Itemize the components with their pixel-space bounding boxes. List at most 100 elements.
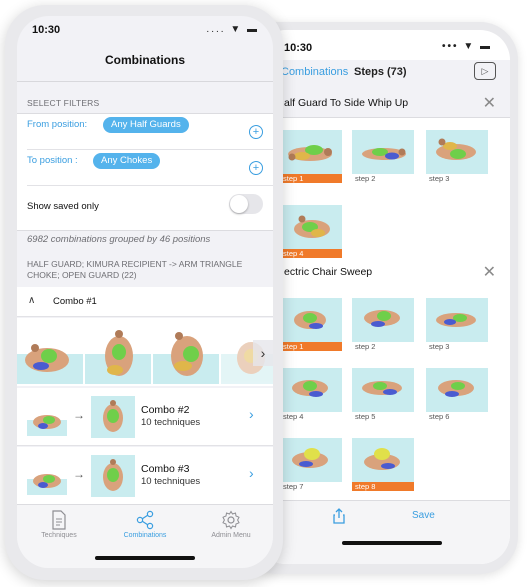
status-time: 10:30: [32, 24, 61, 36]
play-square-icon[interactable]: ▷: [474, 62, 496, 80]
chevron-right-icon[interactable]: ›: [249, 406, 254, 422]
tab-techniques[interactable]: Techniques: [17, 510, 101, 539]
save-button[interactable]: Save: [412, 510, 435, 521]
page-title: Combinations: [105, 53, 185, 67]
step-image: [352, 438, 414, 482]
app-showcase: 10:30 ••• ▼ ▬ Combinations Steps (73) ▷ …: [0, 0, 530, 587]
show-saved-toggle[interactable]: [229, 194, 263, 214]
close-icon[interactable]: ✕: [483, 93, 496, 113]
section-title: alf Guard To Side Whip Up: [284, 97, 409, 109]
step-image: [426, 368, 488, 412]
step-card[interactable]: step 7: [280, 438, 342, 491]
header-divider: [17, 81, 273, 82]
to-position-chip[interactable]: Any Chokes: [93, 153, 161, 169]
step-card[interactable]: step 6: [426, 368, 488, 421]
close-icon[interactable]: ✕: [483, 262, 496, 282]
step-label: step 4: [283, 412, 304, 421]
step-card[interactable]: step 4: [280, 205, 342, 258]
step-image: [280, 205, 342, 249]
show-saved-label: Show saved only: [27, 201, 99, 212]
document-icon: [52, 510, 66, 530]
step-label: step 3: [429, 342, 450, 351]
step-image: [280, 368, 342, 412]
step-label: step 2: [355, 342, 376, 351]
chevron-right-icon[interactable]: ›: [249, 465, 254, 481]
bottom-toolbar: [256, 500, 510, 564]
status-time: 10:30: [284, 42, 313, 54]
tab-admin-menu[interactable]: Admin Menu: [189, 510, 273, 539]
step-card[interactable]: step 1: [280, 130, 342, 183]
step-label: step 1: [280, 174, 342, 183]
combo-end-thumbnail: [91, 455, 135, 497]
step-label: step 4: [280, 249, 342, 258]
step-card[interactable]: step 5: [352, 368, 414, 421]
group-header: HALF GUARD; KIMURA RECIPIENT -> ARM TRIA…: [27, 259, 243, 280]
combo-subtitle: 10 techniques: [141, 417, 201, 428]
add-to-position-icon[interactable]: +: [249, 161, 263, 175]
tab-label: Combinations: [123, 532, 167, 539]
step-card[interactable]: step 2: [352, 298, 414, 351]
tab-label: Admin Menu: [211, 532, 251, 539]
status-bar: 10:30 .... ▼ ▬: [17, 16, 273, 46]
step-label: step 5: [355, 412, 376, 421]
divider: [27, 185, 273, 186]
step-image: [352, 130, 414, 174]
combo-title: Combo #3: [141, 463, 190, 475]
add-from-position-icon[interactable]: +: [249, 125, 263, 139]
step-label: step 2: [355, 174, 376, 183]
combo-subtitle: 10 techniques: [141, 476, 201, 487]
share-nodes-icon: [136, 510, 154, 530]
step-label: step 1: [280, 342, 342, 351]
technique-frame[interactable]: [85, 322, 151, 384]
combo-row[interactable]: → Combo #2 10 techniques ›: [17, 388, 273, 446]
step-label: step 6: [429, 412, 450, 421]
combo-1-technique-strip[interactable]: ›: [17, 318, 273, 386]
filters-heading: SELECT FILTERS: [27, 98, 100, 108]
step-image: [352, 298, 414, 342]
combo-1-title: Combo #1: [53, 296, 97, 307]
step-image: [426, 130, 488, 174]
from-position-label: From position:: [27, 119, 88, 130]
technique-frame[interactable]: [153, 322, 219, 384]
technique-frame[interactable]: [17, 322, 83, 384]
combo-title: Combo #2: [141, 404, 190, 416]
steps-screen: 10:30 ••• ▼ ▬ Combinations Steps (73) ▷ …: [256, 30, 510, 564]
gear-icon: [222, 510, 240, 530]
step-image: [352, 368, 414, 412]
step-label: step 3: [429, 174, 450, 183]
step-card[interactable]: step 1: [280, 298, 342, 351]
step-image: [280, 298, 342, 342]
arrow-right-icon: →: [73, 408, 85, 422]
tab-label: Techniques: [41, 532, 77, 539]
combinations-summary: 6982 combinations grouped by 46 position…: [27, 234, 211, 245]
combo-row[interactable]: → Combo #3 10 techniques ›: [17, 447, 273, 505]
chevron-up-icon[interactable]: ∧: [28, 295, 35, 306]
status-icons: ••• ▼ ▬: [442, 41, 492, 52]
from-position-chip[interactable]: Any Half Guards: [103, 117, 189, 133]
step-image: [280, 438, 342, 482]
tab-combinations[interactable]: Combinations: [281, 66, 348, 78]
combo-end-thumbnail: [91, 396, 135, 438]
step-card[interactable]: step 3: [426, 298, 488, 351]
combo-start-thumbnail: [27, 461, 67, 495]
step-image: [426, 298, 488, 342]
status-icons: .... ▼ ▬: [206, 24, 259, 35]
home-indicator: [95, 556, 195, 560]
step-card[interactable]: step 8: [352, 438, 414, 491]
arrow-right-icon: →: [73, 467, 85, 481]
combo-start-thumbnail: [27, 402, 67, 436]
toggle-knob: [230, 195, 248, 213]
share-icon[interactable]: [332, 508, 346, 527]
status-bar: 10:30 ••• ▼ ▬: [256, 30, 510, 60]
step-card[interactable]: step 2: [352, 130, 414, 183]
home-indicator: [342, 541, 442, 545]
tab-combinations[interactable]: Combinations: [103, 510, 187, 539]
combinations-screen: 10:30 .... ▼ ▬ Combinations SELECT FILTE…: [17, 16, 273, 568]
tab-steps[interactable]: Steps (73): [354, 66, 407, 78]
divider: [27, 149, 273, 150]
step-card[interactable]: step 3: [426, 130, 488, 183]
to-position-label: To position :: [27, 155, 78, 166]
step-card[interactable]: step 4: [280, 368, 342, 421]
step-image: [280, 130, 342, 174]
chevron-right-icon[interactable]: ›: [253, 340, 273, 366]
